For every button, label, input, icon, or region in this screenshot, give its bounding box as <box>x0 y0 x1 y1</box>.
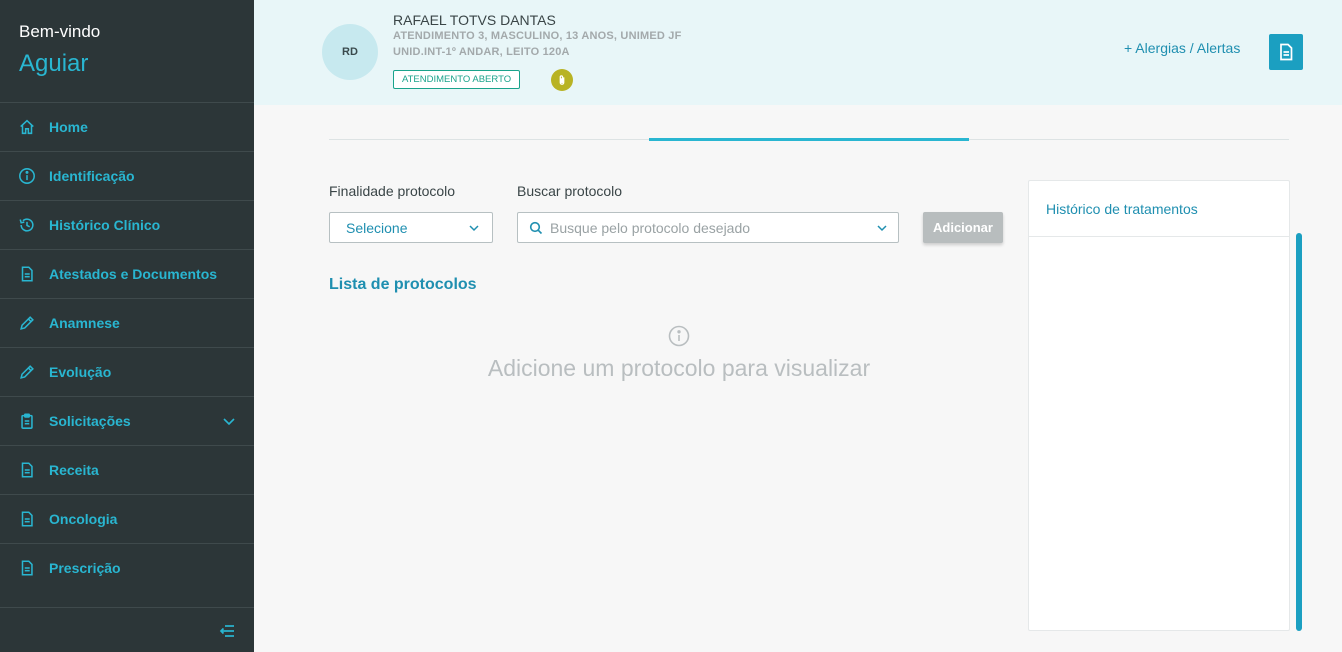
pencil-icon <box>17 362 37 382</box>
patient-details: ATENDIMENTO 3, MASCULINO, 13 ANOS, UNIME… <box>393 30 682 42</box>
allergies-alerts-link[interactable]: + Alergias / Alertas <box>1124 40 1240 56</box>
document-icon <box>17 264 37 284</box>
patient-location: UNID.INT-1º ANDAR, LEITO 120A <box>393 46 570 58</box>
history-panel: Histórico de tratamentos <box>1028 180 1290 631</box>
sidebar-item-label: Histórico Clínico <box>49 217 161 233</box>
buscar-label: Buscar protocolo <box>517 183 623 199</box>
sidebar-item-label: Evolução <box>49 364 112 380</box>
pencil-icon <box>17 313 37 333</box>
chevron-down-icon <box>469 225 479 232</box>
chevron-down-icon <box>877 225 887 232</box>
sidebar-item-historico-clinico[interactable]: Histórico Clínico <box>0 200 254 249</box>
finalidade-label: Finalidade protocolo <box>329 183 456 199</box>
sidebar-item-evolucao[interactable]: Evolução <box>0 347 254 396</box>
protocol-list-title: Lista de protocolos <box>329 276 477 293</box>
document-icon <box>17 460 37 480</box>
history-divider <box>1029 236 1289 237</box>
main-content: Finalidade protocolo Selecione Buscar pr… <box>254 105 1342 652</box>
history-title: Histórico de tratamentos <box>1046 201 1198 217</box>
sidebar-item-oncologia[interactable]: Oncologia <box>0 494 254 543</box>
empty-state-message: Adicione um protocolo para visualizar <box>487 355 871 381</box>
sidebar-item-home[interactable]: Home <box>0 102 254 151</box>
patient-header: RD RAFAEL TOTVS DANTAS ATENDIMENTO 3, MA… <box>254 0 1342 105</box>
history-icon <box>17 215 37 235</box>
add-button[interactable]: Adicionar <box>923 212 1003 243</box>
sidebar-item-label: Anamnese <box>49 315 120 331</box>
sidebar-item-label: Oncologia <box>49 511 118 527</box>
sidebar-item-solicitacoes[interactable]: Solicitações <box>0 396 254 445</box>
collapse-menu-icon[interactable] <box>218 622 236 640</box>
finalidade-select[interactable]: Selecione <box>329 212 493 243</box>
sidebar-item-label: Receita <box>49 462 99 478</box>
sidebar-item-identificacao[interactable]: Identificação <box>0 151 254 200</box>
sidebar-nav: Home Identificação Histórico Clínico Ate… <box>0 102 254 592</box>
sidebar-item-label: Home <box>49 119 88 135</box>
active-tab-indicator[interactable] <box>649 138 969 141</box>
clipboard-icon <box>17 411 37 431</box>
sidebar-item-receita[interactable]: Receita <box>0 445 254 494</box>
sidebar-item-label: Prescrição <box>49 560 121 576</box>
sidebar-item-atestados[interactable]: Atestados e Documentos <box>0 249 254 298</box>
user-name: Aguiar <box>19 50 89 77</box>
welcome-text: Bem-vindo <box>19 22 101 41</box>
sidebar-item-label: Atestados e Documentos <box>49 266 218 282</box>
document-icon <box>17 558 37 578</box>
chevron-down-icon[interactable] <box>222 414 236 428</box>
sidebar-item-label: Identificação <box>49 168 135 184</box>
search-input[interactable]: Busque pelo protocolo desejado <box>517 212 899 243</box>
sidebar-item-anamnese[interactable]: Anamnese <box>0 298 254 347</box>
sidebar: Bem-vindo Aguiar Home Identificação Hist… <box>0 0 254 652</box>
document-icon <box>17 509 37 529</box>
document-button[interactable] <box>1269 34 1303 70</box>
search-placeholder: Busque pelo protocolo desejado <box>550 219 751 236</box>
sidebar-item-prescricao[interactable]: Prescrição <box>0 543 254 592</box>
info-icon <box>668 325 690 347</box>
info-icon <box>17 166 37 186</box>
search-icon <box>529 221 543 235</box>
document-icon <box>1280 43 1293 61</box>
patient-name: RAFAEL TOTVS DANTAS <box>393 12 556 28</box>
home-icon <box>17 117 37 137</box>
scrollbar[interactable] <box>1296 233 1302 631</box>
finalidade-value: Selecione <box>346 219 408 236</box>
status-badge: ATENDIMENTO ABERTO <box>393 70 521 89</box>
sidebar-footer <box>0 607 254 652</box>
attachment-icon[interactable] <box>551 69 573 91</box>
sidebar-item-label: Solicitações <box>49 413 131 429</box>
avatar: RD <box>322 24 378 80</box>
